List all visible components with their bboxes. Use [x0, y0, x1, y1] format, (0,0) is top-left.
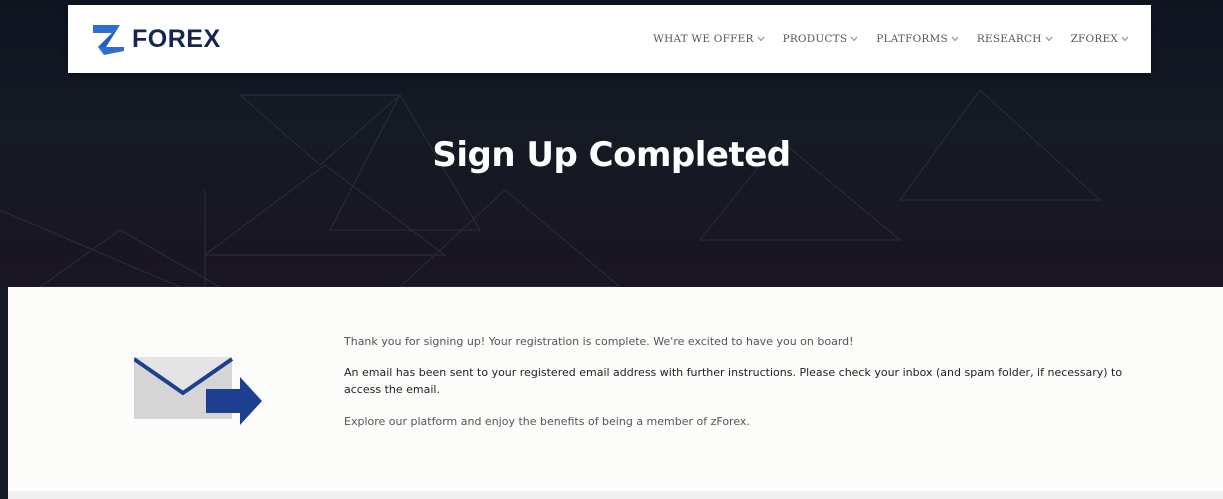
nav-item-label: RESEARCH	[976, 33, 1042, 45]
nav-item-label: WHAT WE OFFER	[653, 33, 754, 45]
nav-item-research[interactable]: RESEARCH	[977, 33, 1053, 45]
page-title: Sign Up Completed	[432, 135, 791, 175]
chevron-down-icon	[1045, 36, 1052, 42]
logo-text: FOREX	[132, 24, 221, 53]
section-divider	[8, 491, 1223, 499]
z-bolt-logo-icon	[93, 25, 124, 55]
nav-item-platforms[interactable]: PLATFORMS	[876, 33, 959, 45]
email-sent-icon	[134, 357, 262, 425]
main-nav: WHAT WE OFFER PRODUCTS PLATFORMS RESEARC…	[653, 5, 1129, 73]
nav-item-label: PRODUCTS	[782, 33, 848, 45]
chevron-down-icon	[1121, 36, 1129, 42]
signup-confirmation-section: Thank you for signing up! Your registrat…	[8, 287, 1223, 499]
chevron-down-icon	[850, 36, 858, 42]
chevron-down-icon	[951, 36, 959, 42]
nav-item-products[interactable]: PRODUCTS	[783, 33, 859, 45]
confirmation-text: Thank you for signing up! Your registrat…	[344, 333, 1144, 430]
chevron-down-icon	[757, 36, 764, 42]
thank-you-message: Thank you for signing up! Your registrat…	[344, 335, 854, 348]
brand-logo[interactable]: FOREX	[90, 19, 221, 59]
top-navbar: FOREX WHAT WE OFFER PRODUCTS PLATFORMS R…	[68, 5, 1151, 73]
nav-item-what-we-offer[interactable]: WHAT WE OFFER	[653, 33, 764, 45]
email-sent-message: An email has been sent to your registere…	[344, 366, 1123, 396]
hero-banner: FOREX WHAT WE OFFER PRODUCTS PLATFORMS R…	[0, 0, 1223, 287]
nav-item-zforex[interactable]: ZFOREX	[1071, 33, 1129, 45]
explore-message: Explore our platform and enjoy the benef…	[344, 415, 750, 428]
nav-item-label: ZFOREX	[1070, 33, 1118, 45]
nav-item-label: PLATFORMS	[876, 33, 948, 45]
